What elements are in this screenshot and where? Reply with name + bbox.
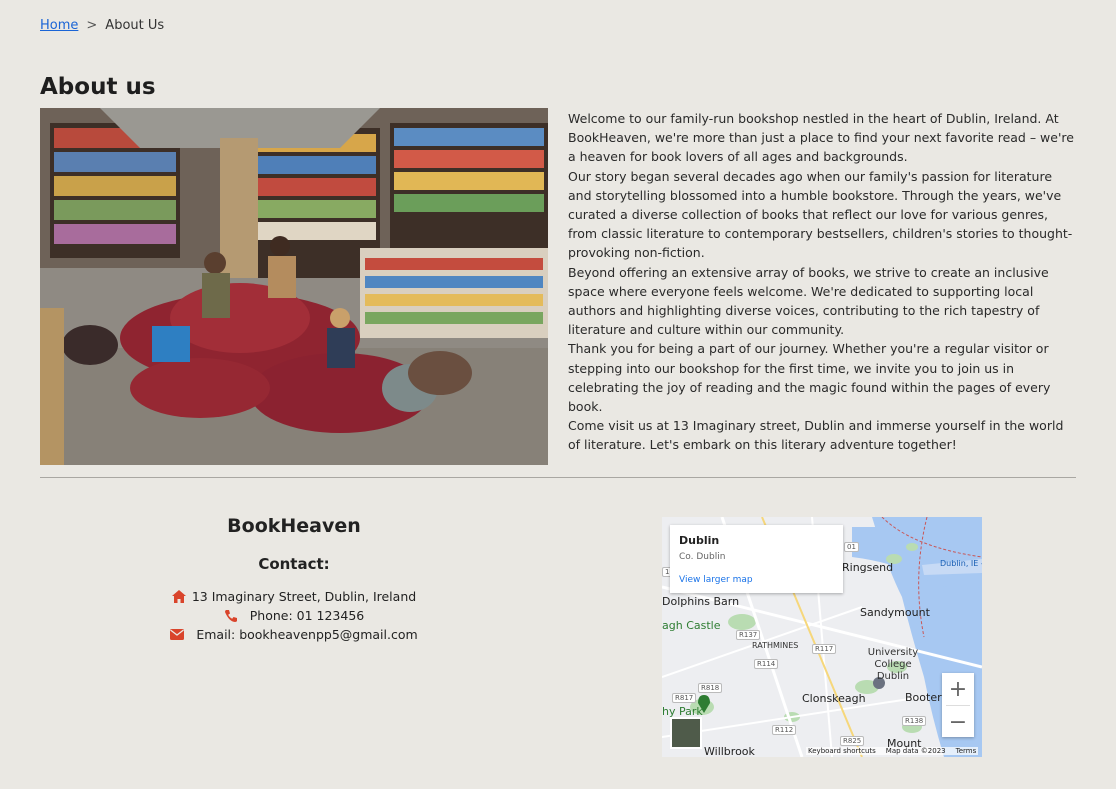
view-larger-map-link[interactable]: View larger map: [679, 575, 753, 585]
map-road-r825: R825: [840, 736, 865, 746]
phone-icon: [224, 609, 237, 622]
about-paragraph: Come visit us at 13 Imaginary street, Du…: [568, 418, 1064, 453]
address-line: 13 Imaginary Street, Dublin, Ireland: [40, 587, 548, 606]
zoom-in-button[interactable]: +: [942, 673, 974, 705]
map-road-r818: R818: [698, 683, 723, 693]
about-paragraph: Our story began several decades ago when…: [568, 168, 1073, 261]
map-label-sandymount: Sandymount: [860, 606, 930, 619]
about-paragraph: Welcome to our family-run bookshop nestl…: [568, 111, 1074, 165]
map-place-title: Dublin: [679, 534, 720, 547]
breadcrumb-current: About Us: [105, 18, 165, 33]
breadcrumb-home-link[interactable]: Home: [40, 18, 78, 33]
embedded-map[interactable]: Ringsend Dolphins Barn Sandymount agh Ca…: [662, 517, 982, 757]
breadcrumb-separator: >: [86, 18, 98, 33]
map-road-r137: R137: [736, 630, 761, 640]
contact-heading: Contact:: [258, 555, 330, 573]
bookshop-photo: [40, 108, 548, 465]
map-road-r817: R817: [672, 693, 697, 703]
map-label-willbrook: Willbrook: [704, 745, 755, 757]
phone-text: Phone: 01 123456: [249, 608, 365, 623]
map-road-r114: R114: [754, 659, 779, 669]
map-road-01: 01: [844, 542, 859, 552]
terms-link[interactable]: Terms: [956, 747, 977, 755]
map-label-booter: Booter: [905, 691, 942, 704]
map-label-rathmines: RATHMINES: [752, 641, 799, 650]
footer-contact: BookHeaven Contact: 13 Imaginary Street,…: [40, 515, 548, 644]
bookshop-photo-illustration: [40, 108, 548, 465]
map-label-ucd: University College Dublin: [867, 647, 919, 682]
breadcrumb: Home > About Us: [40, 18, 164, 33]
map-road-r117: R117: [812, 644, 837, 654]
home-icon: [171, 590, 186, 603]
email-link[interactable]: Email: bookheavenpp5@gmail.com: [196, 625, 417, 644]
map-place-subtitle: Co. Dublin: [679, 552, 726, 562]
email-line: Email: bookheavenpp5@gmail.com: [40, 625, 548, 644]
map-place-card: Dublin Co. Dublin View larger map: [670, 525, 843, 593]
about-description: Welcome to our family-run bookshop nestl…: [568, 109, 1078, 455]
map-footer: Keyboard shortcuts Map data ©2023 Terms: [806, 747, 979, 755]
map-satellite-toggle[interactable]: [670, 717, 702, 749]
map-label-dolphins-barn: Dolphins Barn: [662, 595, 740, 608]
map-zoom-controls: + −: [942, 673, 974, 737]
footer-brand: BookHeaven: [227, 515, 361, 537]
about-paragraph: Thank you for being a part of our journe…: [568, 341, 1051, 415]
page-title: About us: [40, 74, 156, 100]
address-text: 13 Imaginary Street, Dublin, Ireland: [191, 589, 417, 604]
zoom-out-button[interactable]: −: [942, 706, 974, 738]
map-road-r112: R112: [772, 725, 797, 735]
map-data-text: Map data ©2023: [885, 747, 946, 755]
section-divider: [40, 477, 1076, 478]
keyboard-shortcuts-link[interactable]: Keyboard shortcuts: [808, 747, 876, 755]
phone-line: Phone: 01 123456: [40, 606, 548, 625]
map-road-r138: R138: [902, 716, 927, 726]
map-label-clonskeagh: Clonskeagh: [802, 692, 866, 705]
about-paragraph: Beyond offering an extensive array of bo…: [568, 264, 1049, 338]
envelope-icon: [170, 629, 185, 640]
map-label-castle: agh Castle: [662, 619, 721, 632]
map-label-ringsend: Ringsend: [842, 561, 894, 574]
map-label-dublin-ie: Dublin, IE - C: [940, 559, 982, 568]
